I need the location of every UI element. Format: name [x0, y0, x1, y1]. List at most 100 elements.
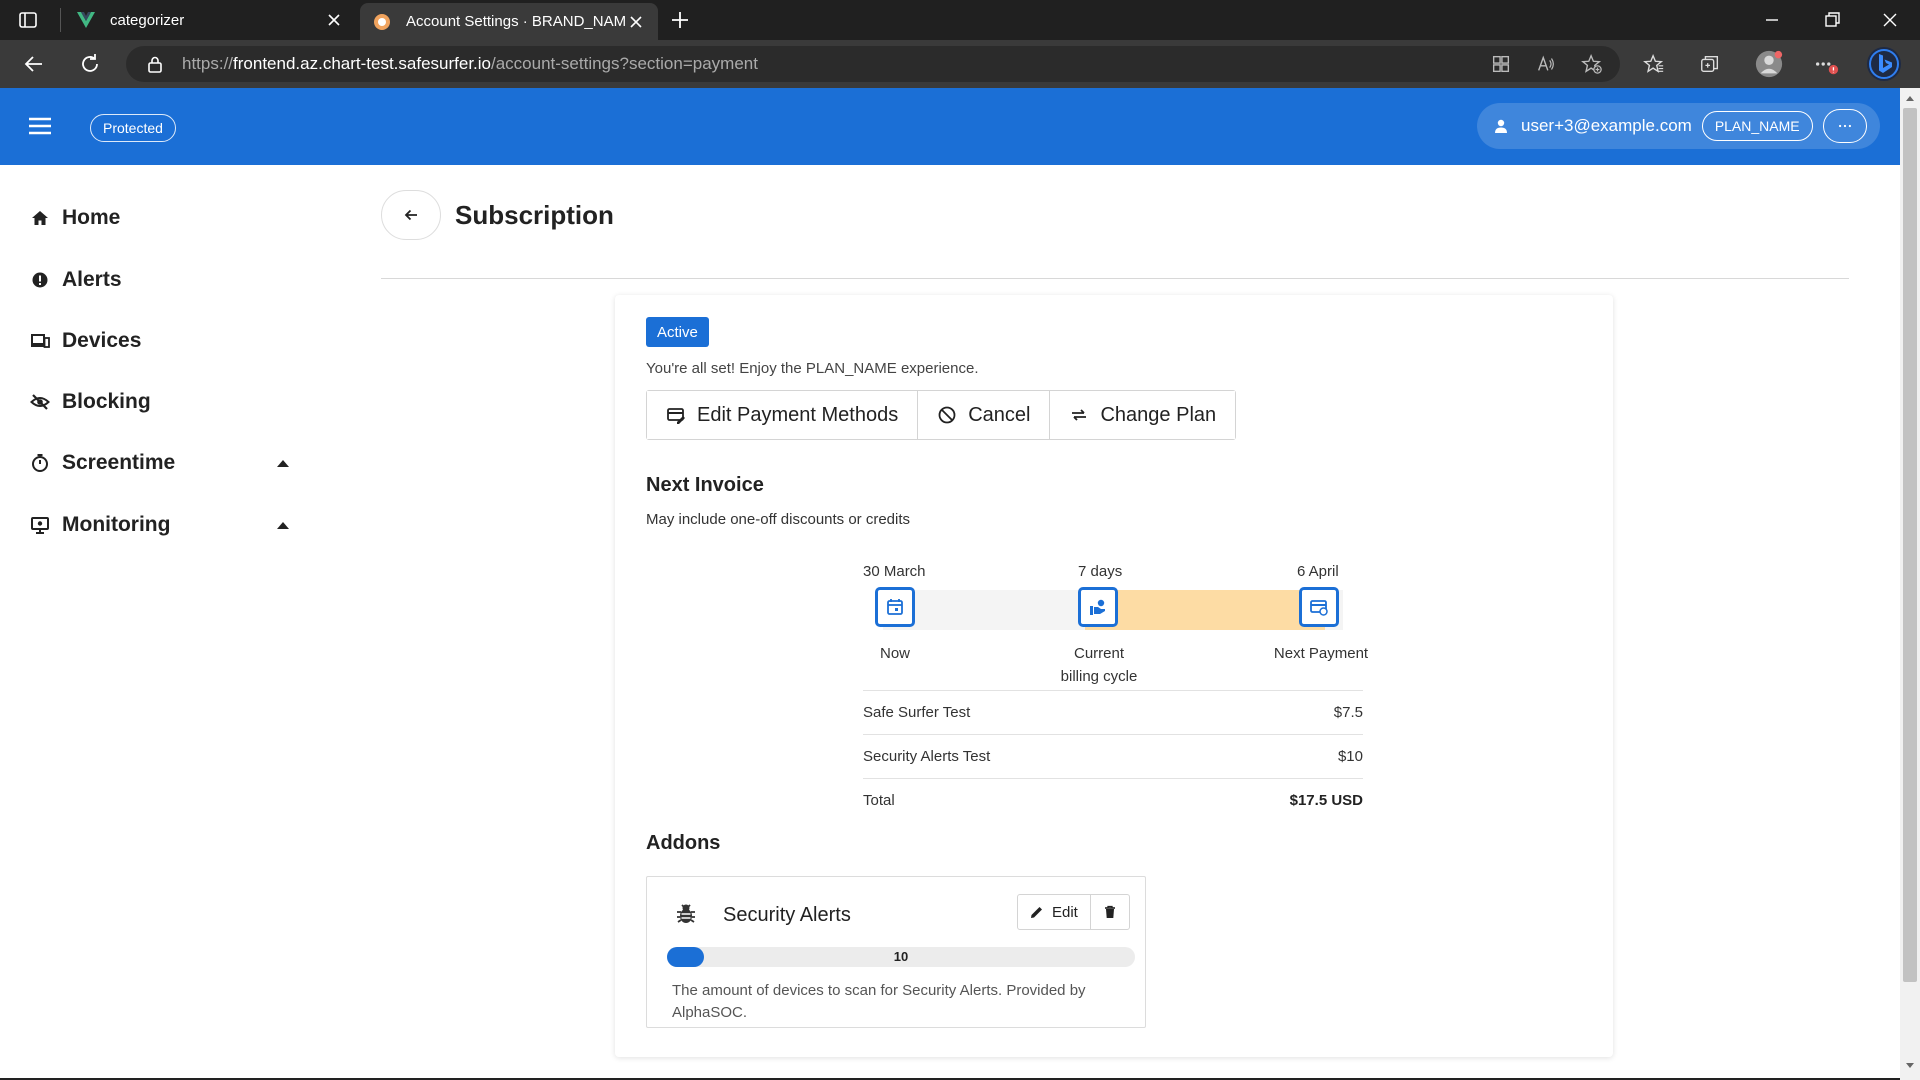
more-options-button[interactable]: [1822, 109, 1867, 143]
slider-value: 10: [893, 949, 909, 964]
button-label: Edit: [1052, 903, 1078, 921]
bing-copilot-icon[interactable]: [1866, 46, 1902, 82]
browser-tab-bar: categorizer Account Settings · BRAND_NAM…: [0, 0, 1920, 40]
address-bar[interactable]: https://frontend.az.chart-test.safesurfe…: [126, 46, 1620, 82]
lock-icon[interactable]: [146, 55, 164, 73]
timeline-node-now: [875, 587, 915, 627]
back-arrow-icon[interactable]: [22, 52, 46, 76]
tab-title: categorizer: [110, 11, 185, 29]
title-divider: [381, 278, 1849, 279]
button-label: Edit Payment Methods: [697, 403, 899, 426]
invoice-total-label: Total: [863, 792, 895, 809]
scroll-down-arrow-icon[interactable]: [1905, 1062, 1915, 1070]
close-tab-icon[interactable]: [324, 10, 344, 30]
sidebar-item-label: Screentime: [62, 451, 176, 474]
close-window-icon[interactable]: [1878, 8, 1902, 32]
timeline-current-label: Current billing cycle: [1043, 642, 1155, 688]
user-account-box[interactable]: user+3@example.com PLAN_NAME: [1477, 103, 1880, 149]
sidebar-item-label: Monitoring: [62, 513, 171, 536]
timeline-start-date: 30 March: [863, 563, 926, 580]
timeline-node-current: [1078, 587, 1118, 627]
app-available-icon[interactable]: [1487, 50, 1515, 78]
invoice-total-row: Total $17.5 USD: [863, 778, 1363, 822]
sidebar-item-screentime[interactable]: Screentime: [30, 443, 300, 483]
sidebar-item-blocking[interactable]: Blocking: [30, 382, 300, 422]
credit-card-edit-icon: [666, 405, 686, 425]
sidebar-item-label: Blocking: [62, 390, 151, 413]
tab-actions-icon[interactable]: [18, 10, 38, 30]
menu-icon[interactable]: [28, 116, 52, 136]
url-path: /account-settings?section=payment: [491, 54, 758, 73]
addon-description: The amount of devices to scan for Securi…: [672, 982, 1086, 1021]
subscription-actions: Edit Payment Methods Cancel Change Plan: [646, 390, 1237, 440]
chevron-up-icon[interactable]: [276, 520, 290, 530]
edit-payment-methods-button[interactable]: Edit Payment Methods: [647, 391, 919, 439]
person-icon: [1493, 118, 1509, 134]
browser-tab-categorizer[interactable]: categorizer: [64, 0, 356, 40]
back-button[interactable]: [381, 190, 441, 240]
hand-coin-icon: [1089, 598, 1107, 616]
cancel-circle-icon: [937, 405, 957, 425]
credit-card-clock-icon: [1310, 598, 1328, 616]
browser-tab-account-settings[interactable]: Account Settings · BRAND_NAME: [360, 3, 658, 40]
delete-addon-button[interactable]: [1091, 895, 1129, 929]
addon-actions: Edit: [1017, 894, 1130, 930]
addon-title: Security Alerts: [723, 904, 851, 926]
calendar-icon: [886, 598, 904, 616]
device-count-slider[interactable]: 10: [667, 947, 1135, 967]
chevron-up-icon[interactable]: [276, 458, 290, 468]
app-header: Protected user+3@example.com PLAN_NAME: [0, 88, 1900, 165]
timer-icon: [30, 453, 50, 473]
addon-card-security-alerts: Security Alerts Edit 10 The amount of de…: [646, 876, 1146, 1028]
timeline-current-line-2: billing cycle: [1060, 668, 1138, 685]
sidebar-item-monitoring[interactable]: Monitoring: [30, 505, 300, 545]
close-tab-icon[interactable]: [626, 12, 646, 32]
url-host: frontend.az.chart-test.safesurfer.io: [233, 54, 491, 73]
invoice-item-amount: $10: [1337, 748, 1363, 765]
sidebar-item-label: Alerts: [62, 268, 122, 291]
add-favorite-icon[interactable]: [1578, 50, 1606, 78]
restore-icon[interactable]: [1820, 8, 1844, 32]
scroll-up-arrow-icon[interactable]: [1905, 94, 1915, 102]
billing-timeline: 30 March 7 days 6 April Now Current bill…: [863, 563, 1368, 693]
user-email: user+3@example.com: [1521, 116, 1692, 135]
settings-more-icon[interactable]: [1812, 50, 1840, 78]
invoice-item-amount: $7.5: [1333, 704, 1363, 721]
timeline-end-date: 6 April: [1297, 563, 1339, 580]
protected-badge[interactable]: Protected: [90, 114, 176, 142]
minimize-icon[interactable]: [1760, 8, 1784, 32]
sidebar-item-alerts[interactable]: Alerts: [30, 260, 300, 300]
invoice-total-amount: $17.5 USD: [1289, 792, 1363, 809]
swap-arrows-icon: [1069, 405, 1089, 425]
read-aloud-icon[interactable]: [1532, 50, 1560, 78]
url-text: https://frontend.az.chart-test.safesurfe…: [182, 54, 758, 74]
refresh-icon[interactable]: [78, 52, 102, 76]
page-title: Subscription: [455, 200, 614, 230]
tab-title: Account Settings · BRAND_NAME: [406, 13, 626, 30]
timeline-elapsed-fill: [1085, 590, 1325, 630]
invoice-item-name: Security Alerts Test: [863, 748, 991, 765]
scrollbar-thumb[interactable]: [1903, 108, 1917, 982]
home-icon: [30, 208, 50, 228]
profile-avatar-icon[interactable]: [1753, 48, 1785, 80]
devices-icon: [30, 331, 50, 351]
url-scheme: https://: [182, 54, 234, 73]
edit-addon-button[interactable]: Edit: [1018, 895, 1091, 929]
sidebar-item-label: Devices: [62, 329, 142, 352]
new-tab-icon[interactable]: [668, 8, 692, 32]
plan-badge[interactable]: PLAN_NAME: [1701, 111, 1813, 141]
favorites-icon[interactable]: [1640, 50, 1668, 78]
trash-icon: [1103, 905, 1117, 919]
eye-off-icon: [30, 392, 50, 412]
invoice-line: Security Alerts Test $10: [863, 734, 1363, 778]
sidebar-item-home[interactable]: Home: [30, 198, 300, 238]
change-plan-button[interactable]: Change Plan: [1050, 391, 1236, 439]
sidebar-item-devices[interactable]: Devices: [30, 321, 300, 361]
collections-icon[interactable]: [1696, 50, 1724, 78]
button-label: Cancel: [968, 403, 1031, 426]
browser-toolbar: https://frontend.az.chart-test.safesurfe…: [0, 40, 1920, 88]
cancel-button[interactable]: Cancel: [918, 391, 1051, 439]
timeline-now-label: Now: [879, 645, 910, 662]
alert-circle-icon: [30, 270, 50, 290]
monitor-icon: [30, 515, 50, 535]
